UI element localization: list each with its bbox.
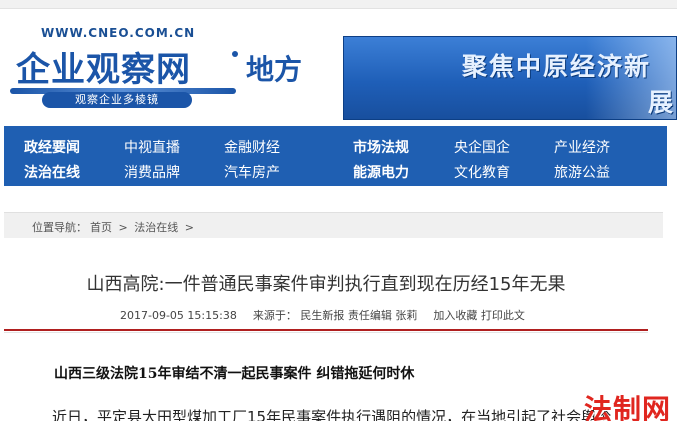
- site-logo[interactable]: WWW.CNEO.COM.CN 企业观察网 地方 观察企业多棱镜: [6, 24, 326, 116]
- article-datetime: 2017-09-05 15:15:38: [120, 309, 237, 322]
- nav-item-travel[interactable]: 旅游公益: [554, 162, 610, 182]
- breadcrumb-separator: >: [184, 221, 194, 234]
- top-strip: [0, 0, 677, 9]
- breadcrumb: 位置导航： 首页 > 法治在线 >: [4, 212, 663, 238]
- nav-item-live[interactable]: 中视直播: [124, 137, 180, 157]
- banner-title: 聚焦中原经济新: [462, 52, 652, 81]
- nav-item-energy[interactable]: 能源电力: [353, 162, 409, 182]
- watermark-logo: 法制网: [584, 393, 672, 421]
- main-nav: 政经要闻 中视直播 金融财经 市场法规 央企国企 产业经济 法治在线 消费品牌 …: [4, 126, 667, 186]
- logo-url: WWW.CNEO.COM.CN: [41, 26, 196, 40]
- logo-name: 企业观察网: [16, 50, 191, 90]
- nav-item-finance[interactable]: 金融财经: [224, 137, 280, 157]
- breadcrumb-home[interactable]: 首页: [90, 221, 112, 234]
- article-headline: 山西高院:一件普通民事案件审判执行直到现在历经15年无果: [86, 274, 566, 295]
- article-subheading: 山西三级法院15年审结不清一起民事案件 纠错拖延何时休: [54, 366, 415, 382]
- article-editor: 责任编辑 张莉: [347, 309, 418, 322]
- breadcrumb-separator: >: [118, 221, 128, 234]
- banner-subtitle: 展: [648, 88, 674, 117]
- article-body: 近日，平定县大田型煤加工厂15年民事案件执行遇阻的情况，在当地引起了社会舆论: [52, 408, 612, 421]
- article-source: 来源于： 民生新报: [252, 309, 345, 322]
- nav-item-auto[interactable]: 汽车房产: [224, 162, 280, 182]
- article: 山西高院:一件普通民事案件审判执行直到现在历经15年无果 2017-09-05 …: [4, 238, 648, 421]
- add-favorite-link[interactable]: 加入收藏: [433, 309, 477, 322]
- nav-item-market[interactable]: 市场法规: [353, 137, 409, 157]
- article-meta: 2017-09-05 15:15:38 来源于： 民生新报 责任编辑 张莉 加入收藏…: [120, 307, 525, 323]
- headline-divider-shadow: [4, 332, 648, 333]
- nav-item-soe[interactable]: 央企国企: [454, 137, 510, 157]
- nav-item-consumer[interactable]: 消费品牌: [124, 162, 180, 182]
- breadcrumb-label: 位置导航：: [32, 221, 87, 234]
- print-article-link[interactable]: 打印此文: [481, 309, 525, 322]
- nav-item-culture[interactable]: 文化教育: [454, 162, 510, 182]
- nav-item-industry[interactable]: 产业经济: [554, 137, 610, 157]
- breadcrumb-section[interactable]: 法治在线: [134, 221, 178, 234]
- logo-slogan: 观察企业多棱镜: [42, 92, 192, 108]
- nav-item-law[interactable]: 法治在线: [24, 162, 80, 182]
- logo-dot: [232, 51, 238, 57]
- nav-item-politics[interactable]: 政经要闻: [24, 137, 80, 157]
- logo-region: 地方: [246, 53, 303, 86]
- headline-divider: [4, 329, 648, 331]
- ad-banner[interactable]: 聚焦中原经济新 展: [343, 36, 677, 120]
